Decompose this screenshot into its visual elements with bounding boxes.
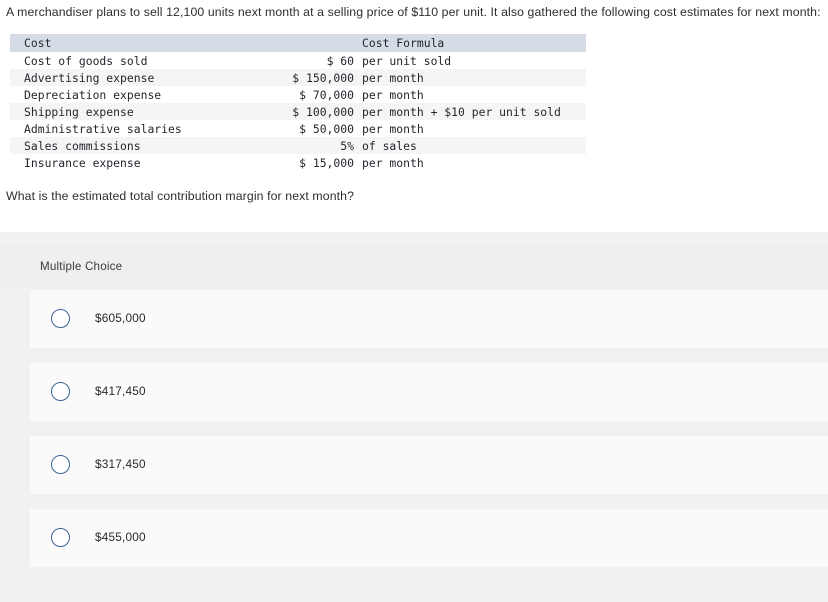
table-row: Insurance expense $ 15,000 per month [10, 154, 586, 171]
radio-button-icon[interactable] [51, 309, 70, 328]
cost-amount: $ 50,000 [299, 121, 354, 136]
multiple-choice-header-band [0, 244, 828, 287]
cost-name: Advertising expense [24, 70, 155, 85]
cost-table-body: Cost of goods sold $ 60 per unit sold Ad… [10, 52, 586, 171]
cost-amount: $ 70,000 [299, 87, 354, 102]
table-row: Shipping expense $ 100,000 per month + $… [10, 103, 586, 120]
answer-option-label: $417,450 [95, 384, 146, 398]
radio-button-icon[interactable] [51, 528, 70, 547]
column-header-cost-formula: Cost Formula [362, 36, 445, 50]
answer-option-label: $605,000 [95, 311, 146, 325]
column-header-spacer [264, 34, 354, 52]
answer-options-list: $605,000 $417,450 $317,450 $455,000 [0, 290, 828, 582]
cost-unit: per unit sold [362, 53, 452, 68]
table-row: Administrative salaries $ 50,000 per mon… [10, 120, 586, 137]
cost-amount: $ 150,000 [292, 70, 354, 85]
answer-option-label: $455,000 [95, 530, 146, 544]
table-row: Cost of goods sold $ 60 per unit sold [10, 52, 586, 69]
cost-table-header-row: Cost Cost Formula [10, 34, 586, 52]
cost-unit: of sales [362, 138, 417, 153]
answer-option-label: $317,450 [95, 457, 146, 471]
cost-name: Cost of goods sold [24, 53, 148, 68]
cost-name: Sales commissions [24, 138, 141, 153]
table-row: Advertising expense $ 150,000 per month [10, 69, 586, 86]
radio-button-icon[interactable] [51, 455, 70, 474]
cost-unit: per month [362, 155, 424, 170]
cost-amount: $ 100,000 [292, 104, 354, 119]
cost-table-head: Cost Cost Formula [10, 34, 586, 52]
table-row: Sales commissions 5% of sales [10, 137, 586, 154]
cost-amount: 5% [340, 138, 354, 153]
cost-name: Depreciation expense [24, 87, 162, 102]
table-row: Depreciation expense $ 70,000 per month [10, 86, 586, 103]
cost-amount: $ 60 [326, 53, 354, 68]
cost-amount: $ 15,000 [299, 155, 354, 170]
cost-name: Insurance expense [24, 155, 141, 170]
answer-option-2[interactable]: $417,450 [30, 363, 828, 421]
cost-unit: per month [362, 121, 424, 136]
cost-name: Shipping expense [24, 104, 134, 119]
column-header-cost: Cost [24, 36, 52, 50]
cost-name: Administrative salaries [24, 121, 182, 136]
answer-option-1[interactable]: $605,000 [30, 290, 828, 348]
cost-unit: per month + $10 per unit sold [362, 104, 561, 119]
answer-type-label: Multiple Choice [40, 260, 123, 273]
cost-unit: per month [362, 87, 424, 102]
cost-estimates-table: Cost Cost Formula Cost of goods sold $ 6… [10, 34, 586, 171]
radio-button-icon[interactable] [51, 382, 70, 401]
sub-question-text: What is the estimated total contribution… [6, 189, 355, 203]
question-stem: A merchandiser plans to sell 12,100 unit… [6, 5, 821, 19]
answer-option-3[interactable]: $317,450 [30, 436, 828, 494]
cost-unit: per month [362, 70, 424, 85]
answer-option-4[interactable]: $455,000 [30, 509, 828, 567]
